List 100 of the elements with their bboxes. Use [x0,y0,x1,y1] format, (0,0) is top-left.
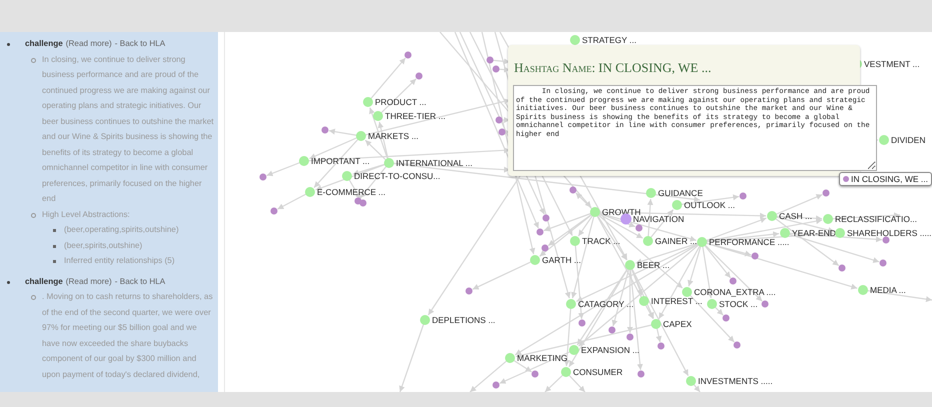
bullet-icon [7,43,10,46]
graph-node[interactable] [682,287,692,297]
node-label: OUTLOOK ... [684,200,736,210]
abstractions-heading: High Level Abstractions: [42,208,131,221]
node-label: VESTMENT ... [864,59,920,69]
graph-node[interactable] [530,255,540,265]
graph-node[interactable] [707,299,717,309]
node-label: BEER ... [637,260,670,270]
graph-dot[interactable] [416,72,422,80]
graph-node[interactable] [879,135,889,145]
graph-dot[interactable] [270,208,278,214]
graph-dot[interactable] [822,190,830,196]
node-label: THREE-TIER ... [385,111,446,121]
graph-node[interactable] [342,171,352,181]
bullet-icon [53,260,56,263]
graph-dot[interactable] [658,342,664,350]
node-label: PERFORMANCE ..... [709,237,790,247]
node-label: YEAR-END [792,228,836,238]
read-more-link[interactable]: (Read more) [66,276,112,286]
node-label: RECLASSIFICATIO... [835,214,918,224]
graph-node[interactable] [570,236,580,246]
graph-node[interactable] [639,296,649,306]
graph-dot[interactable] [322,126,328,134]
graph-dot[interactable] [542,214,550,222]
graph-dot[interactable] [498,128,506,136]
graph-node[interactable] [651,319,661,329]
graph-node[interactable] [299,156,309,166]
graph-dot[interactable] [578,320,586,326]
graph-node[interactable] [625,260,635,270]
graph-dot[interactable] [636,224,642,232]
back-link[interactable]: - Back to HLA [114,276,166,286]
graph-dot[interactable] [536,228,544,236]
graph-node[interactable] [569,345,579,355]
bullet-icon [53,229,56,232]
graph-dot[interactable] [492,382,500,388]
graph-node[interactable] [356,131,366,141]
graph-dot[interactable] [880,260,886,266]
graph-dot[interactable] [492,66,500,72]
graph-node[interactable] [646,188,656,198]
graph-dot[interactable] [838,264,846,272]
bullet-icon [53,244,56,248]
graph-node[interactable] [384,158,394,168]
excerpt-text: In closing, we continue to deliver strong business performance and are proud of the continued progress we are making against our operating plans and strategic initiatives. Our beer business continues to outshine the market and our Wine & Spirits business is showing the benefits of its strategy to become a global omnichannel competitor in line with consumer preferences, primarily focused on the higher end [42,54,215,205]
graph-dot[interactable] [496,116,502,124]
read-more-link[interactable]: (Read more) [66,39,112,48]
node-label: INTERNATIONAL ... [396,158,473,168]
graph-dot[interactable] [404,52,412,58]
bullet-icon [31,58,36,62]
graph-dot[interactable] [532,370,538,378]
entry-title: challenge [25,39,63,48]
node-label: E-COMMERCE ... [317,187,386,197]
graph-node[interactable] [566,299,576,309]
graph-node[interactable] [672,200,682,210]
graph-dot[interactable] [762,300,768,308]
graph-node[interactable] [561,367,571,377]
graph-node[interactable] [686,376,696,386]
entry-title: challenge [25,276,63,286]
graph-node[interactable] [590,207,600,217]
graph-dot[interactable] [486,56,494,64]
graph-node[interactable] [363,97,373,107]
graph-dot[interactable] [466,288,472,294]
graph-dot[interactable] [542,244,548,252]
graph-node[interactable] [823,214,833,224]
graph-dot[interactable] [260,174,266,180]
node-label: IMPORTANT ... [311,156,370,166]
dot-icon [843,176,850,182]
node-label: DEPLETIONS ... [432,315,496,325]
graph-dot[interactable] [608,326,616,334]
node-label: INTEREST ... [651,296,702,306]
graph-node[interactable] [505,353,515,363]
node-label: DIRECT-TO-CONSU... [354,171,440,181]
graph-node[interactable] [858,285,868,295]
graph-node[interactable] [620,214,632,224]
graph-node[interactable] [373,111,383,121]
graph-dot[interactable] [626,334,634,340]
graph-node[interactable] [767,211,777,221]
graph-node[interactable] [570,35,580,45]
node-label: PRODUCT ... [375,97,426,107]
graph-node[interactable] [697,237,707,247]
graph-node[interactable] [643,236,653,246]
node-label: SHAREHOLDERS ..... [847,228,932,238]
graph-node[interactable] [835,228,845,238]
node-label: STRATEGY ... [582,35,636,45]
graph-node[interactable] [305,187,315,197]
graph-node[interactable] [780,228,790,238]
graph-dot[interactable] [740,192,746,200]
graph-dot[interactable] [752,252,758,260]
graph-dot[interactable] [722,314,730,322]
node-label: NAVIGATION [633,214,684,224]
graph-node[interactable] [420,315,430,325]
node-label: CASH ... [779,211,812,221]
graph-dot[interactable] [734,342,740,348]
graph-dot[interactable] [638,370,644,378]
back-link[interactable]: - Back to HLA [114,39,166,48]
node-label: TRACK ... [582,236,620,246]
graph-dot[interactable] [730,278,736,284]
graph-dot[interactable] [360,200,366,206]
graph-dot[interactable] [570,186,576,194]
excerpt-text: . Moving on to cash returns to shareholders, as of the end of the second quarter, we were over 97% for meeting our $5 billion goal and we have now exceeded the share buybacks component of our goal by $300 million and upon payment of today's declared dividend, [42,291,214,381]
graph-dot[interactable] [882,236,890,244]
